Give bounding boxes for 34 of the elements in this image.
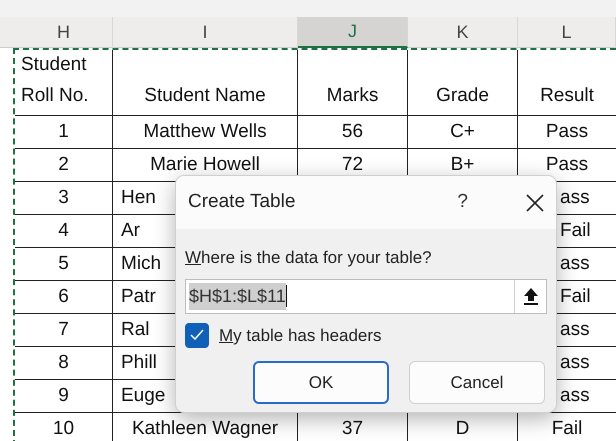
header-cell: Marks bbox=[298, 50, 408, 116]
check-icon bbox=[190, 329, 204, 342]
column-header[interactable]: I bbox=[113, 17, 298, 48]
table-cell: 6 bbox=[15, 281, 113, 314]
table-cell: 5 bbox=[15, 248, 113, 281]
table-cell: Matthew Wells bbox=[113, 116, 298, 149]
table-cell: 9 bbox=[15, 380, 113, 413]
dialog-title: Create Table bbox=[188, 190, 296, 214]
header-cell: Student Roll No. bbox=[15, 50, 113, 116]
column-header[interactable]: J bbox=[298, 17, 408, 48]
range-field[interactable]: $H$1:$L$11 bbox=[185, 278, 547, 314]
ok-button[interactable]: OK bbox=[253, 361, 389, 404]
table-cell: 7 bbox=[15, 314, 113, 347]
table-cell: 56 bbox=[298, 116, 408, 149]
help-button[interactable]: ? bbox=[457, 188, 468, 217]
header-cell: Student Name bbox=[113, 50, 298, 116]
column-header[interactable]: K bbox=[408, 17, 518, 48]
column-header[interactable]: L bbox=[518, 17, 616, 48]
table-cell: Pass bbox=[518, 116, 616, 149]
column-header[interactable]: H bbox=[15, 17, 113, 48]
table-cell: 8 bbox=[15, 347, 113, 380]
upload-arrow-icon bbox=[522, 287, 538, 305]
table-cell: C+ bbox=[408, 116, 518, 149]
cancel-button[interactable]: Cancel bbox=[409, 361, 545, 404]
table-cell: 10 bbox=[15, 413, 113, 441]
corner-cell[interactable] bbox=[0, 17, 15, 48]
headers-checkbox[interactable] bbox=[185, 322, 209, 348]
table-cell: 1 bbox=[15, 116, 113, 149]
table-cell: 4 bbox=[15, 215, 113, 248]
header-cell: Result bbox=[518, 50, 616, 116]
close-icon[interactable] bbox=[526, 194, 544, 212]
header-cell: Grade bbox=[408, 50, 518, 116]
table-cell: 3 bbox=[15, 182, 113, 215]
table-cell: 2 bbox=[15, 149, 113, 182]
